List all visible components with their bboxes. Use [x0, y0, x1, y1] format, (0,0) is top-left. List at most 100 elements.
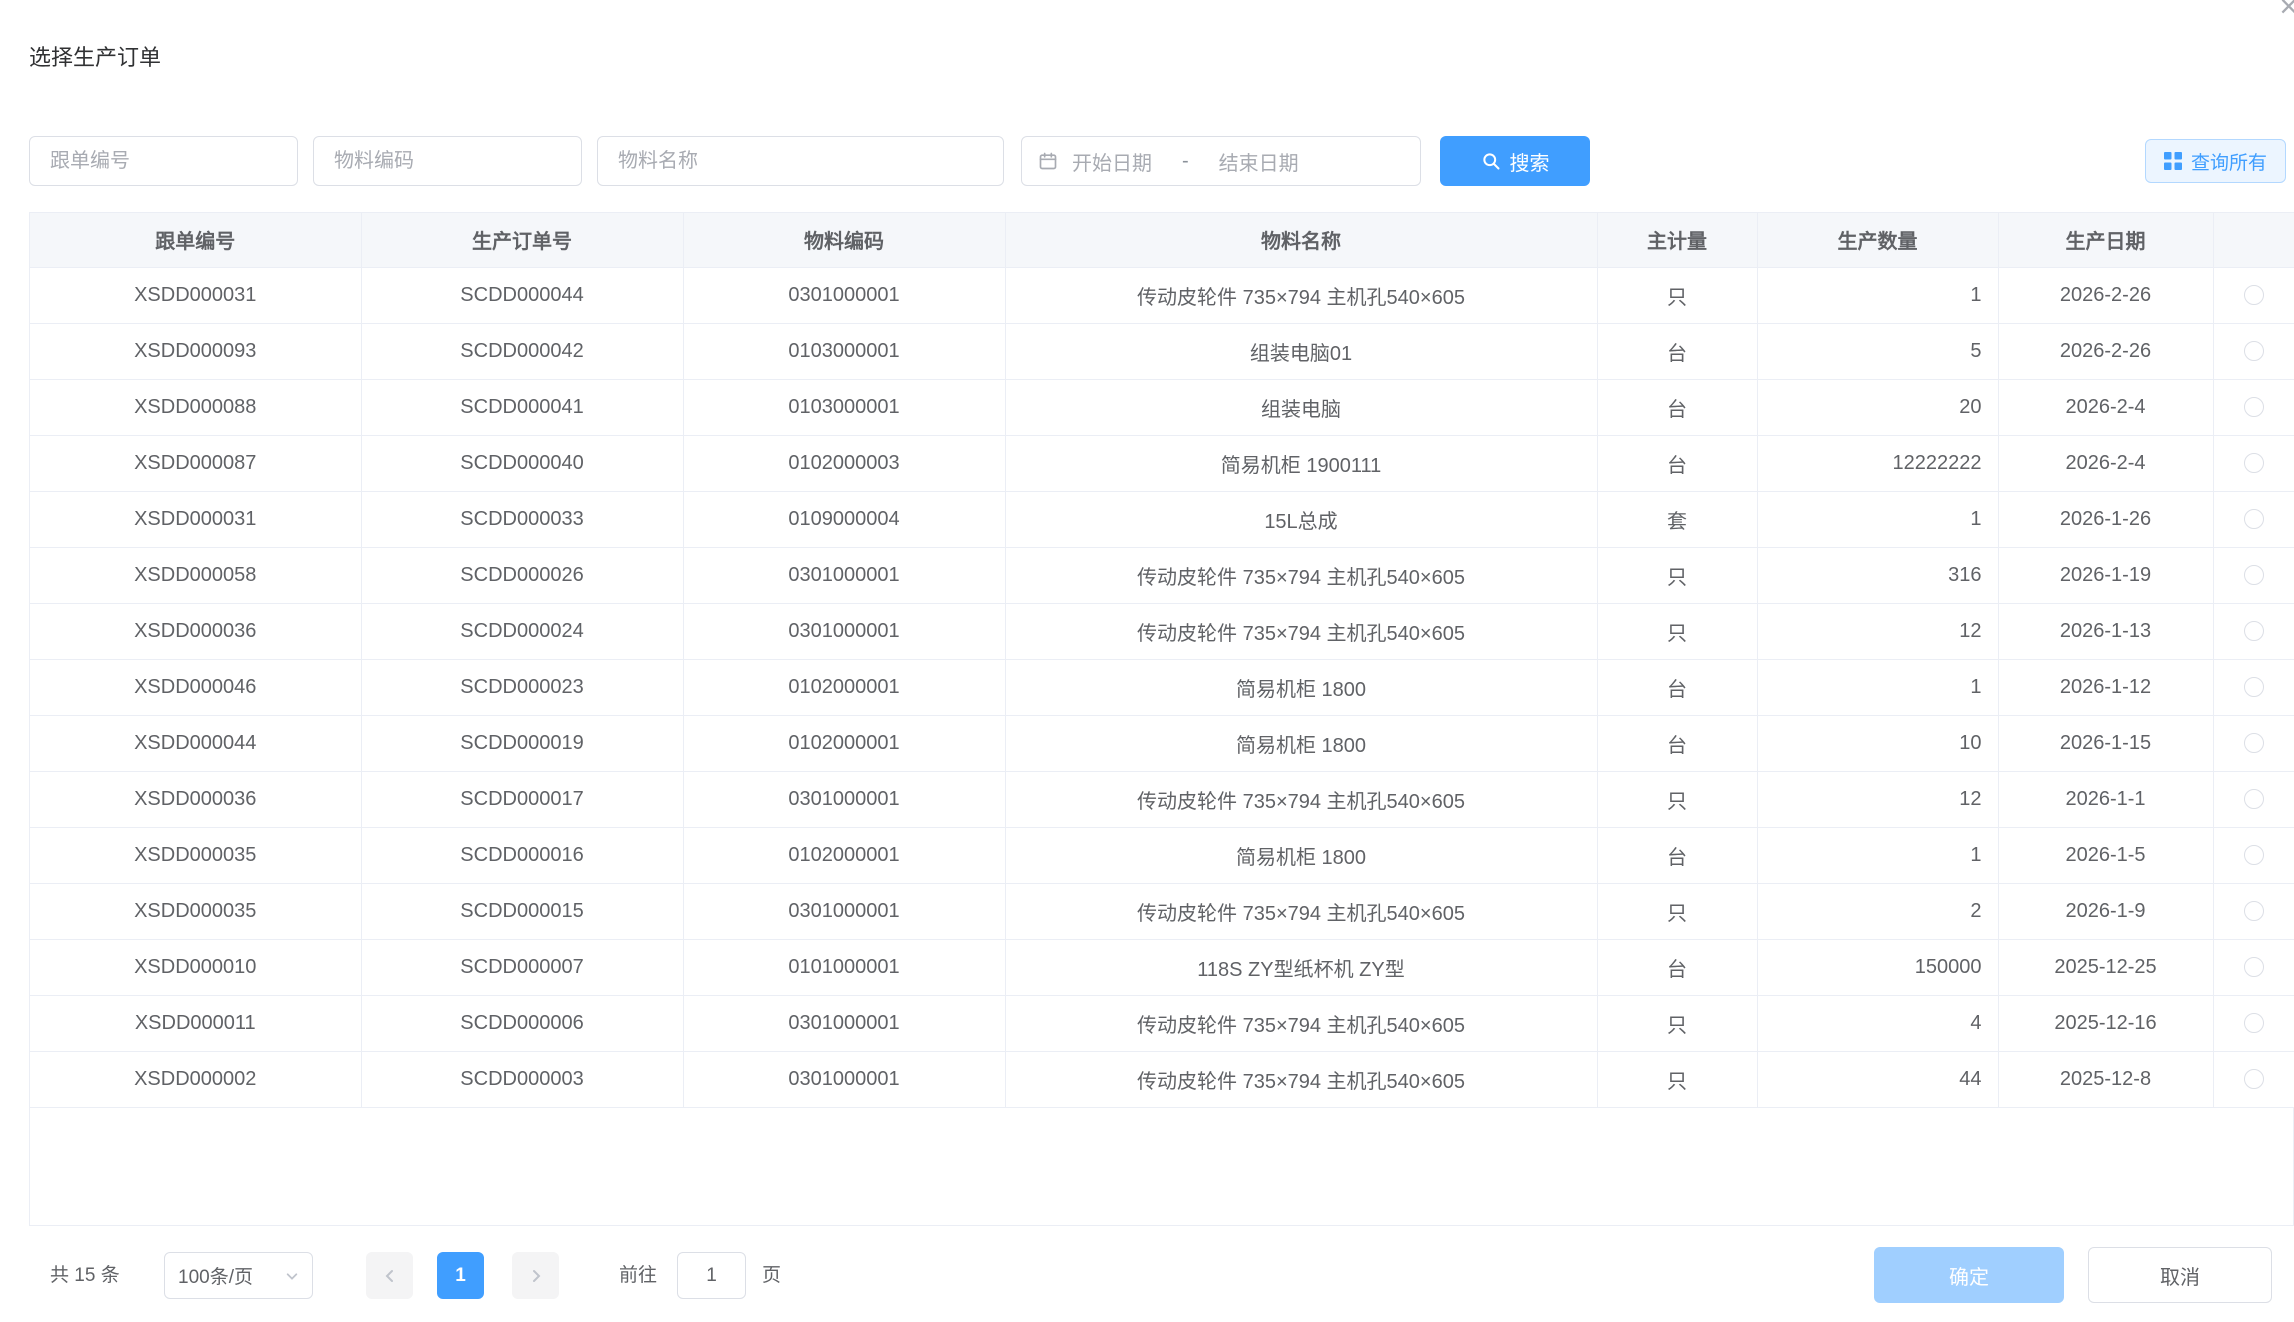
table-cell: 台 [1597, 827, 1757, 883]
table-cell: 0102000001 [683, 715, 1005, 771]
row-radio[interactable] [2244, 677, 2264, 697]
table-row[interactable]: XSDD000044SCDD0000190102000001简易机柜 1800台… [30, 715, 2294, 771]
row-radio[interactable] [2244, 453, 2264, 473]
row-radio[interactable] [2244, 1069, 2264, 1089]
row-radio[interactable] [2244, 845, 2264, 865]
row-radio-cell [2213, 883, 2294, 939]
row-radio[interactable] [2244, 621, 2264, 641]
row-radio-cell [2213, 435, 2294, 491]
table-row[interactable]: XSDD000010SCDD0000070101000001118S ZY型纸杯… [30, 939, 2294, 995]
col-header-material-code: 物料编码 [683, 213, 1005, 267]
table-cell: 0301000001 [683, 603, 1005, 659]
table-row[interactable]: XSDD000002SCDD0000030301000001传动皮轮件 735×… [30, 1051, 2294, 1107]
row-radio-cell [2213, 995, 2294, 1051]
prev-page-button[interactable] [366, 1252, 413, 1299]
query-all-button[interactable]: 查询所有 [2145, 139, 2286, 183]
row-radio[interactable] [2244, 957, 2264, 977]
orders-table: 跟单编号 生产订单号 物料编码 物料名称 主计量 生产数量 生产日期 XSDD0… [29, 212, 2294, 1226]
table-cell: XSDD000088 [30, 379, 361, 435]
table-cell: SCDD000023 [361, 659, 683, 715]
order-no-filter-input[interactable] [29, 136, 298, 186]
table-cell: SCDD000003 [361, 1051, 683, 1107]
table-cell: XSDD000087 [30, 435, 361, 491]
table-cell: XSDD000002 [30, 1051, 361, 1107]
row-radio-cell [2213, 771, 2294, 827]
table-cell: 台 [1597, 715, 1757, 771]
close-icon[interactable]: × [2279, 0, 2294, 25]
table-cell: XSDD000044 [30, 715, 361, 771]
col-header-material-name: 物料名称 [1005, 213, 1597, 267]
row-radio-cell [2213, 379, 2294, 435]
table-row[interactable]: XSDD000087SCDD0000400102000003简易机柜 19001… [30, 435, 2294, 491]
table-cell: 0301000001 [683, 771, 1005, 827]
table-cell: 0301000001 [683, 547, 1005, 603]
row-radio[interactable] [2244, 789, 2264, 809]
row-radio[interactable] [2244, 285, 2264, 305]
table-cell: 0301000001 [683, 267, 1005, 323]
table-cell: SCDD000044 [361, 267, 683, 323]
table-cell: 2025-12-25 [1998, 939, 2213, 995]
table-cell: 传动皮轮件 735×794 主机孔540×605 [1005, 547, 1597, 603]
row-radio[interactable] [2244, 733, 2264, 753]
confirm-button[interactable]: 确定 [1874, 1247, 2064, 1303]
grid-icon [2164, 152, 2182, 170]
table-cell: 2026-2-4 [1998, 379, 2213, 435]
table-cell: 2026-1-9 [1998, 883, 2213, 939]
table-cell: 传动皮轮件 735×794 主机孔540×605 [1005, 1051, 1597, 1107]
table-cell: 2026-1-5 [1998, 827, 2213, 883]
row-radio[interactable] [2244, 565, 2264, 585]
row-radio[interactable] [2244, 509, 2264, 529]
table-cell: 只 [1597, 771, 1757, 827]
goto-page-input[interactable] [677, 1252, 746, 1299]
row-radio-cell [2213, 547, 2294, 603]
table-cell: 12 [1757, 771, 1998, 827]
table-row[interactable]: XSDD000093SCDD0000420103000001组装电脑01台520… [30, 323, 2294, 379]
material-code-filter-input[interactable] [313, 136, 582, 186]
row-radio-cell [2213, 659, 2294, 715]
search-button[interactable]: 搜索 [1440, 136, 1590, 186]
table-cell: 15L总成 [1005, 491, 1597, 547]
table-cell: 0301000001 [683, 883, 1005, 939]
date-range-picker[interactable]: 开始日期 - 结束日期 [1021, 136, 1421, 186]
table-row[interactable]: XSDD000058SCDD0000260301000001传动皮轮件 735×… [30, 547, 2294, 603]
table-cell: 2 [1757, 883, 1998, 939]
page-size-select[interactable]: 100条/页 [164, 1252, 313, 1299]
table-cell: SCDD000017 [361, 771, 683, 827]
table-row[interactable]: XSDD000031SCDD0000440301000001传动皮轮件 735×… [30, 267, 2294, 323]
row-radio[interactable] [2244, 1013, 2264, 1033]
table-row[interactable]: XSDD000046SCDD0000230102000001简易机柜 1800台… [30, 659, 2294, 715]
date-start-placeholder: 开始日期 [1072, 147, 1152, 176]
table-cell: SCDD000015 [361, 883, 683, 939]
table-row[interactable]: XSDD000035SCDD0000150301000001传动皮轮件 735×… [30, 883, 2294, 939]
row-radio-cell [2213, 267, 2294, 323]
next-page-button[interactable] [512, 1252, 559, 1299]
page-number-1[interactable]: 1 [437, 1252, 484, 1299]
search-button-label: 搜索 [1510, 147, 1550, 176]
row-radio-cell [2213, 827, 2294, 883]
row-radio[interactable] [2244, 341, 2264, 361]
table-row[interactable]: XSDD000088SCDD0000410103000001组装电脑台20202… [30, 379, 2294, 435]
table-row[interactable]: XSDD000031SCDD000033010900000415L总成套1202… [30, 491, 2294, 547]
col-header-order-no: 跟单编号 [30, 213, 361, 267]
material-name-filter-input[interactable] [597, 136, 1004, 186]
table-cell: 150000 [1757, 939, 1998, 995]
cancel-button[interactable]: 取消 [2088, 1247, 2272, 1303]
table-cell: 传动皮轮件 735×794 主机孔540×605 [1005, 771, 1597, 827]
table-row[interactable]: XSDD000035SCDD0000160102000001简易机柜 1800台… [30, 827, 2294, 883]
table-cell: 只 [1597, 995, 1757, 1051]
table-cell: XSDD000093 [30, 323, 361, 379]
table-cell: 简易机柜 1800 [1005, 827, 1597, 883]
table-row[interactable]: XSDD000011SCDD0000060301000001传动皮轮件 735×… [30, 995, 2294, 1051]
table-row[interactable]: XSDD000036SCDD0000170301000001传动皮轮件 735×… [30, 771, 2294, 827]
row-radio[interactable] [2244, 397, 2264, 417]
row-radio-cell [2213, 323, 2294, 379]
table-cell: 传动皮轮件 735×794 主机孔540×605 [1005, 267, 1597, 323]
row-radio[interactable] [2244, 901, 2264, 921]
goto-label: 前往 [619, 1252, 657, 1299]
table-cell: 传动皮轮件 735×794 主机孔540×605 [1005, 603, 1597, 659]
table-cell: 1 [1757, 659, 1998, 715]
table-cell: XSDD000031 [30, 491, 361, 547]
table-row[interactable]: XSDD000036SCDD0000240301000001传动皮轮件 735×… [30, 603, 2294, 659]
table-cell: SCDD000026 [361, 547, 683, 603]
table-cell: 0301000001 [683, 1051, 1005, 1107]
